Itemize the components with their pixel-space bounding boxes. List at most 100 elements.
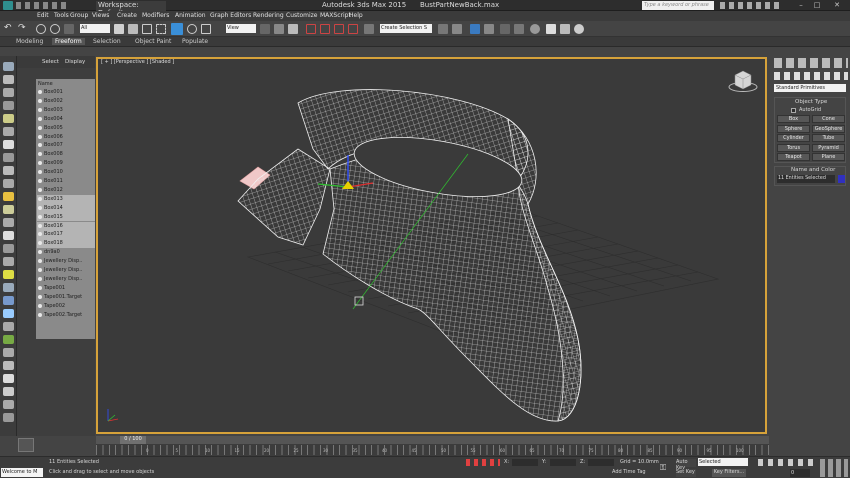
visibility-icon[interactable] (38, 214, 42, 219)
app-logo-icon[interactable] (3, 1, 13, 10)
tab-select[interactable]: Select (42, 59, 59, 65)
bind-space-warp-icon[interactable] (64, 24, 74, 34)
help-icons[interactable] (720, 2, 780, 9)
explorer-tool-icon[interactable] (3, 361, 14, 370)
explorer-tool-icon[interactable] (3, 322, 14, 331)
explorer-tool-icon[interactable] (3, 218, 14, 227)
tube-button[interactable]: Tube (812, 134, 845, 142)
explorer-tool-icon[interactable] (3, 374, 14, 383)
z-coord-field[interactable] (588, 459, 614, 466)
list-item[interactable]: Box006 (37, 133, 95, 142)
layer-manager-icon[interactable] (470, 24, 480, 34)
visibility-icon[interactable] (38, 134, 42, 139)
explorer-tool-icon[interactable] (3, 335, 14, 344)
time-slider-thumb[interactable]: 0 / 100 (120, 436, 146, 444)
menu-modifiers[interactable]: Modifiers (142, 12, 169, 19)
key-icon[interactable]: ⚿ (660, 463, 666, 473)
explorer-tool-icon[interactable] (3, 88, 14, 97)
maxscript-listener[interactable]: Welcome to M (1, 468, 43, 477)
object-color-swatch[interactable] (838, 175, 845, 183)
list-item[interactable]: Box017 (37, 230, 95, 240)
menu-rendering[interactable]: Rendering (253, 12, 284, 19)
visibility-icon[interactable] (38, 241, 42, 246)
select-and-move-icon[interactable] (171, 23, 183, 35)
list-item[interactable]: Tape001.Target (37, 293, 95, 302)
explorer-tool-icon[interactable] (3, 166, 14, 175)
explorer-tool-icon[interactable] (3, 283, 14, 292)
mini-curve-toggle[interactable] (18, 438, 34, 452)
search-input[interactable]: Type a keyword or phrase (642, 1, 714, 10)
explorer-tool-icon[interactable] (3, 179, 14, 188)
track-bar[interactable] (96, 445, 769, 455)
teapot-button[interactable]: Teapot (777, 153, 810, 161)
primitive-type-dropdown[interactable]: Standard Primitives (774, 84, 846, 92)
autogrid-checkbox[interactable] (791, 108, 796, 113)
selection-region-icon[interactable] (142, 24, 152, 34)
key-filters-button[interactable]: Key Filters... (712, 469, 746, 477)
visibility-icon[interactable] (38, 143, 42, 148)
select-and-scale-icon[interactable] (201, 24, 211, 34)
schematic-view-icon[interactable] (514, 24, 524, 34)
visibility-icon[interactable] (38, 268, 42, 272)
angle-snap-icon[interactable] (320, 24, 330, 34)
visibility-icon[interactable] (38, 276, 42, 281)
x-coord-field[interactable] (512, 459, 538, 466)
menu-help[interactable]: Help (349, 12, 363, 19)
playback-controls[interactable] (758, 459, 818, 466)
visibility-icon[interactable] (38, 205, 42, 210)
list-item[interactable]: Box009 (37, 159, 95, 168)
graphite-toggle-icon[interactable] (484, 24, 494, 34)
rendered-frame-icon[interactable] (560, 24, 570, 34)
curve-editor-icon[interactable] (500, 24, 510, 34)
visibility-icon[interactable] (38, 232, 42, 237)
menu-edit[interactable]: Edit (37, 12, 49, 19)
tab-object-paint[interactable]: Object Paint (135, 38, 171, 45)
render-setup-icon[interactable] (546, 24, 556, 34)
select-and-rotate-icon[interactable] (187, 24, 197, 34)
menu-animation[interactable]: Animation (175, 12, 206, 19)
undo-icon[interactable]: ↶ (4, 23, 14, 33)
isolate-lock-icons[interactable] (466, 459, 500, 466)
menu-tools[interactable]: Tools (54, 12, 69, 19)
list-item[interactable]: Box016 (37, 221, 95, 231)
menu-maxscript[interactable]: MAXScript (320, 12, 351, 19)
visibility-icon[interactable] (38, 303, 42, 308)
name-color-title[interactable]: Name and Color (791, 167, 835, 173)
tab-populate[interactable]: Populate (182, 38, 208, 45)
menu-views[interactable]: Views (92, 12, 109, 19)
explorer-tool-icon[interactable] (3, 231, 14, 240)
list-item[interactable]: Box011 (37, 177, 95, 186)
explorer-tool-icon[interactable] (3, 62, 14, 71)
edit-named-selection-icon[interactable] (364, 24, 374, 34)
explorer-tool-icon[interactable] (3, 127, 14, 136)
list-item[interactable]: Tape001 (37, 284, 95, 293)
list-item[interactable]: Box005 (37, 124, 95, 133)
link-icon[interactable] (36, 24, 46, 34)
percent-snap-icon[interactable] (334, 24, 344, 34)
visibility-icon[interactable] (38, 170, 42, 175)
plane-button[interactable]: Plane (812, 153, 845, 161)
maximize-button[interactable]: □ (810, 1, 824, 10)
pyramid-button[interactable]: Pyramid (812, 143, 845, 152)
explorer-tool-icon[interactable] (3, 192, 14, 201)
named-selection-dropdown[interactable]: Create Selection S (380, 24, 432, 33)
column-header-name[interactable]: Name (38, 81, 53, 87)
explorer-tool-icon[interactable] (3, 75, 14, 84)
list-item[interactable]: Box013 (37, 194, 95, 204)
explorer-tool-icon[interactable] (3, 296, 14, 305)
object-type-title[interactable]: Object Type (795, 99, 827, 105)
box-button[interactable]: Box (777, 115, 810, 123)
cylinder-button[interactable]: Cylinder (777, 134, 810, 142)
explorer-tool-icon[interactable] (3, 153, 14, 162)
y-coord-field[interactable] (550, 459, 576, 466)
visibility-icon[interactable] (38, 312, 42, 317)
explorer-tool-icon[interactable] (3, 244, 14, 253)
auto-key-button[interactable]: Auto Key (676, 459, 696, 471)
menu-create[interactable]: Create (117, 12, 137, 19)
sphere-button[interactable]: Sphere (777, 124, 810, 133)
explorer-tool-icon[interactable] (3, 101, 14, 110)
list-item[interactable]: Tape002.Target (37, 311, 95, 320)
torus-button[interactable]: Torus (777, 143, 810, 152)
list-item[interactable]: Box015 (37, 212, 95, 222)
unlink-icon[interactable] (50, 24, 60, 34)
